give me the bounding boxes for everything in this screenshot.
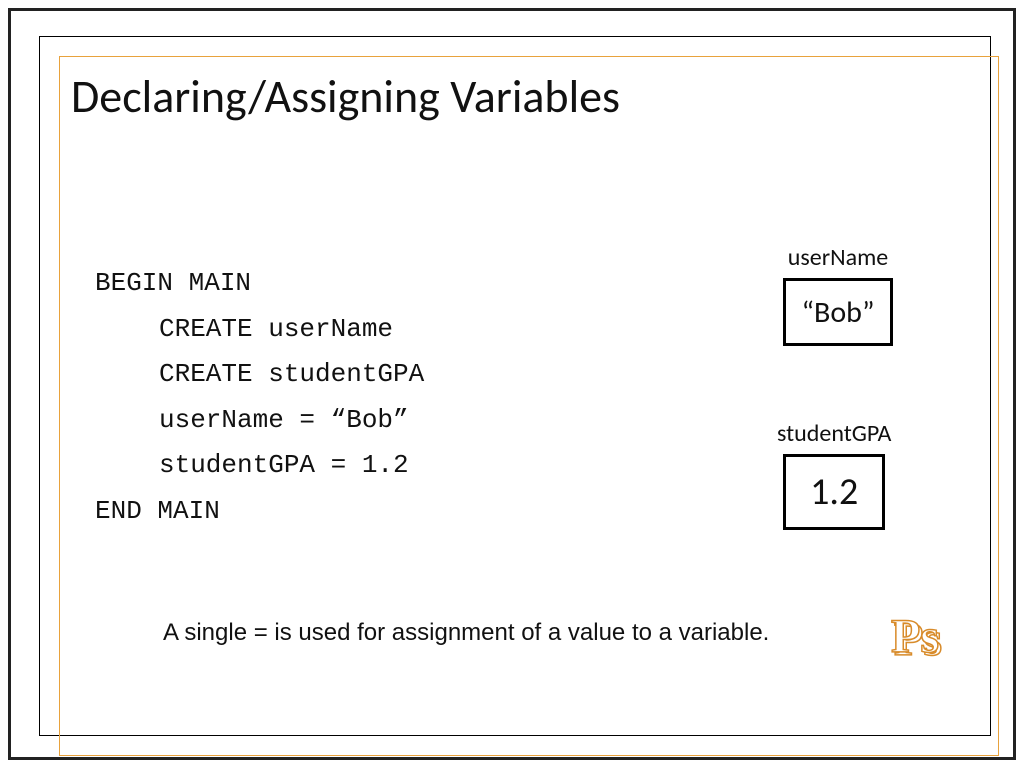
variable-label: studentGPA bbox=[777, 419, 891, 448]
code-end: END MAIN bbox=[95, 489, 424, 535]
ps-logo: Ps Ps bbox=[891, 609, 939, 664]
variable-box-studentgpa: studentGPA 1.2 bbox=[777, 419, 891, 530]
footnote-text: A single = is used for assignment of a v… bbox=[163, 619, 769, 647]
slide-title: Declaring/Assigning Variables bbox=[71, 69, 620, 125]
outer-frame: Declaring/Assigning Variables BEGIN MAIN… bbox=[8, 8, 1016, 760]
variable-value: 1.2 bbox=[810, 469, 858, 515]
variable-value: “Bob” bbox=[801, 294, 874, 331]
code-line-1: CREATE userName bbox=[95, 307, 424, 353]
variable-label: userName bbox=[783, 243, 893, 272]
code-line-4: studentGPA = 1.2 bbox=[95, 443, 424, 489]
variable-box-username: userName “Bob” bbox=[783, 243, 893, 346]
pseudocode-block: BEGIN MAIN CREATE userName CREATE studen… bbox=[95, 261, 424, 534]
code-begin: BEGIN MAIN bbox=[95, 261, 424, 307]
code-line-3: userName = “Bob” bbox=[95, 398, 424, 444]
variable-value-box: “Bob” bbox=[783, 278, 893, 346]
code-line-2: CREATE studentGPA bbox=[95, 352, 424, 398]
ps-logo-front: Ps bbox=[891, 610, 939, 663]
variable-value-box: 1.2 bbox=[783, 454, 885, 530]
